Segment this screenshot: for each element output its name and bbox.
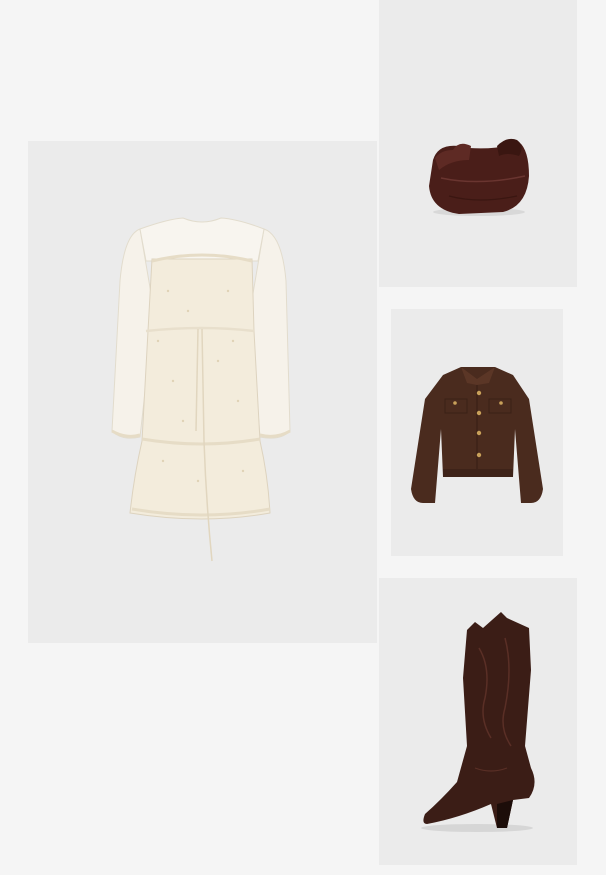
bag-image (429, 138, 529, 216)
boot-product-card[interactable] (379, 578, 577, 865)
bag-product-card[interactable] (379, 0, 577, 287)
dress-product-card[interactable] (28, 141, 377, 643)
boot-image (421, 612, 535, 832)
jacket-image (411, 367, 543, 503)
jacket-product-card[interactable] (391, 309, 563, 556)
dress-image (111, 217, 291, 562)
